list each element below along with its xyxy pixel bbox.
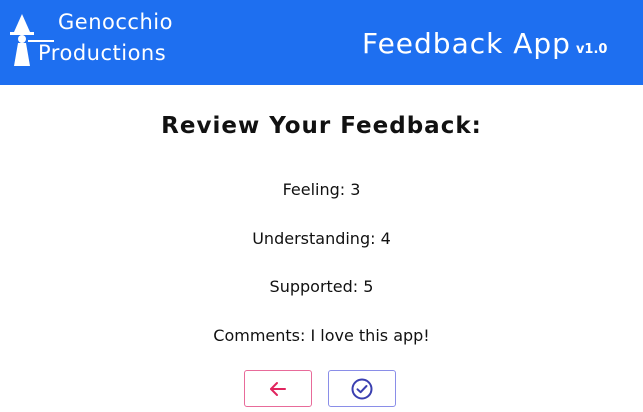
review-title: Review Your Feedback: — [161, 113, 482, 139]
app-header: Genocchio Productions Feedback App v1.0 — [0, 0, 643, 85]
comments-row: Comments: I love this app! — [213, 326, 430, 345]
app-title: Feedback App v1.0 — [362, 27, 607, 60]
understanding-row: Understanding: 4 — [252, 229, 391, 248]
submit-button[interactable] — [328, 370, 396, 407]
supported-row: Supported: 5 — [269, 277, 374, 296]
check-circle-icon — [351, 378, 373, 399]
back-button[interactable] — [244, 370, 312, 407]
feeling-row: Feeling: 3 — [282, 180, 361, 199]
company-name-line-2: Productions — [38, 41, 167, 65]
app-version: v1.0 — [575, 42, 608, 57]
app-name: Feedback App — [362, 27, 571, 60]
company-name-line-1: Genocchio — [58, 10, 173, 34]
arrow-left-icon — [270, 381, 286, 396]
